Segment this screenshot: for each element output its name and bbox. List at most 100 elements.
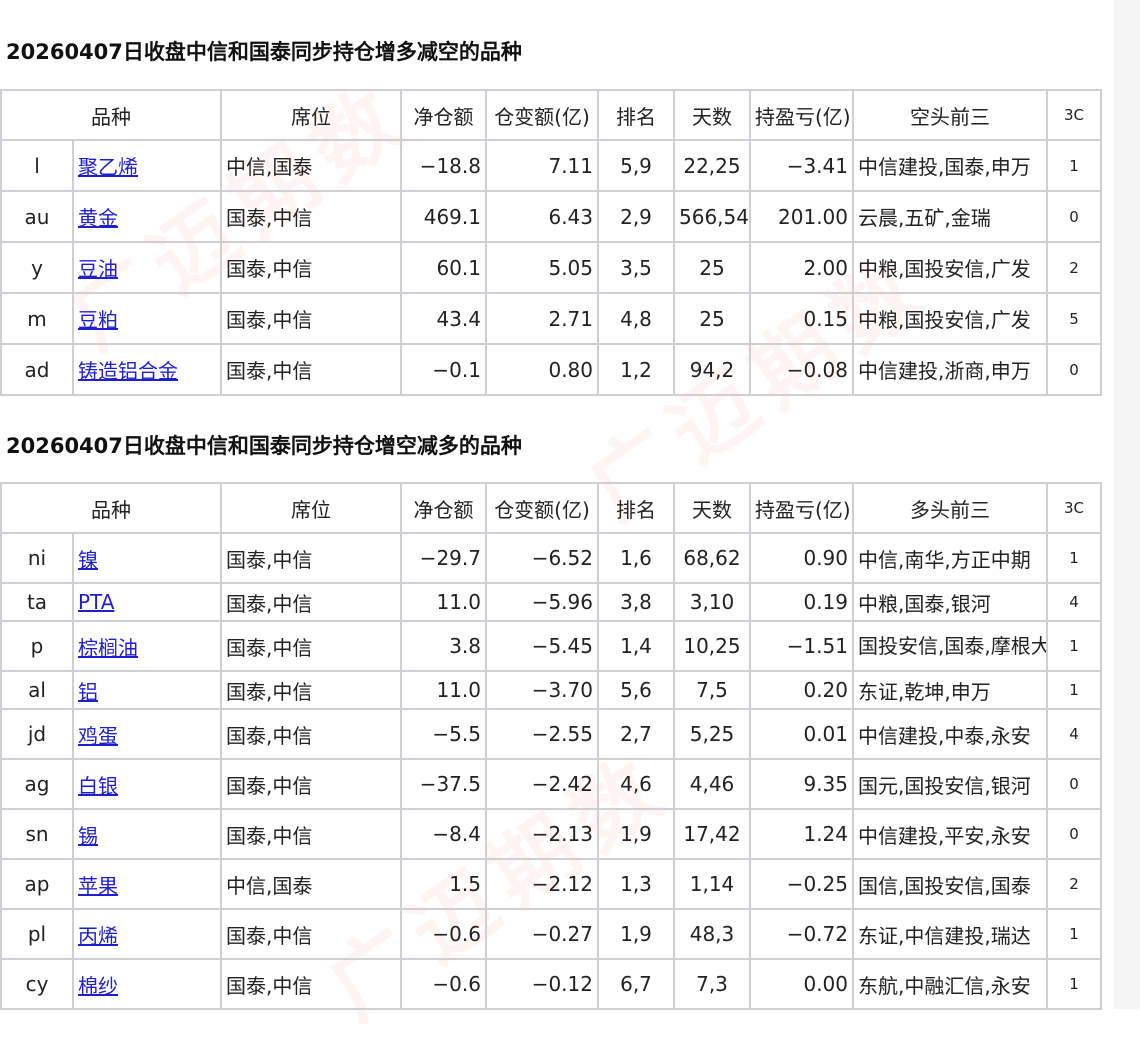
variety-link[interactable]: 豆粕 [78, 308, 118, 332]
net-cell: −5.5 [400, 708, 487, 760]
header-short-top3: 空头前三 [852, 89, 1048, 141]
rank-cell: 5,6 [597, 670, 675, 710]
variety-link[interactable]: 聚乙烯 [78, 155, 138, 179]
net-cell: 60.1 [400, 241, 487, 294]
table-row: cy 棉纱 国泰,中信 −0.6 −0.12 6,7 7,3 0.00 东航,中… [0, 958, 1102, 1010]
count-3c-cell: 4 [1046, 582, 1102, 622]
top3-cell: 中粮,国投安信,广发 [852, 292, 1048, 345]
count-3c-cell: 2 [1046, 241, 1102, 294]
pnl-cell: 1.24 [749, 808, 854, 860]
pnl-cell: −0.72 [749, 908, 854, 960]
variety-link[interactable]: 棉纱 [78, 974, 118, 998]
count-3c-cell: 1 [1046, 908, 1102, 960]
pnl-cell: 0.15 [749, 292, 854, 345]
rank-cell: 1,4 [597, 620, 675, 672]
seat-cell: 国泰,中信 [220, 670, 402, 710]
table-header-row: 品种 席位 净仓额 仓变额(亿) 排名 天数 持盈亏(亿) 空头前三 3C [0, 89, 1102, 141]
change-cell: −0.27 [485, 908, 599, 960]
section-title-long-add-short-cut: 20260407日收盘中信和国泰同步持仓增多减空的品种 [6, 40, 522, 64]
net-cell: −0.6 [400, 958, 487, 1010]
header-3c: 3C [1046, 89, 1102, 141]
variety-link[interactable]: 锡 [78, 824, 98, 848]
pnl-cell: 0.00 [749, 958, 854, 1010]
change-cell: −2.42 [485, 758, 599, 810]
top3-cell: 东证,乾坤,申万 [852, 670, 1048, 710]
variety-link[interactable]: 镍 [78, 548, 98, 572]
change-cell: −6.52 [485, 532, 599, 584]
header-rank: 排名 [597, 89, 675, 141]
rank-cell: 1,9 [597, 808, 675, 860]
table-row: ap 苹果 中信,国泰 1.5 −2.12 1,3 1,14 −0.25 国信,… [0, 858, 1102, 910]
count-3c-cell: 2 [1046, 858, 1102, 910]
table-row: ta PTA 国泰,中信 11.0 −5.96 3,8 3,10 0.19 中粮… [0, 582, 1102, 622]
code-cell: p [0, 620, 74, 672]
table-row: jd 鸡蛋 国泰,中信 −5.5 −2.55 2,7 5,25 0.01 中信建… [0, 708, 1102, 760]
header-change: 仓变额(亿) [485, 89, 599, 141]
seat-cell: 国泰,中信 [220, 241, 402, 294]
count-3c-cell: 0 [1046, 758, 1102, 810]
variety-link[interactable]: 黄金 [78, 206, 118, 230]
change-cell: −2.12 [485, 858, 599, 910]
table-row: al 铝 国泰,中信 11.0 −3.70 5,6 7,5 0.20 东证,乾坤… [0, 670, 1102, 710]
net-cell: 469.1 [400, 190, 487, 243]
variety-link[interactable]: PTA [78, 590, 114, 614]
rank-cell: 4,6 [597, 758, 675, 810]
rank-cell: 3,8 [597, 582, 675, 622]
header-pnl: 持盈亏(亿) [749, 89, 854, 141]
net-cell: −0.6 [400, 908, 487, 960]
table-header-row: 品种 席位 净仓额 仓变额(亿) 排名 天数 持盈亏(亿) 多头前三 3C [0, 482, 1102, 534]
code-cell: pl [0, 908, 74, 960]
variety-link[interactable]: 棕榈油 [78, 636, 138, 660]
code-cell: m [0, 292, 74, 345]
scrollbar-track[interactable] [1114, 0, 1140, 1009]
variety-link[interactable]: 豆油 [78, 257, 118, 281]
pnl-cell: −1.51 [749, 620, 854, 672]
variety-link[interactable]: 鸡蛋 [78, 724, 118, 748]
header-3c: 3C [1046, 482, 1102, 534]
header-long-top3: 多头前三 [852, 482, 1048, 534]
variety-link[interactable]: 苹果 [78, 874, 118, 898]
days-cell: 68,62 [673, 532, 751, 584]
code-cell: ag [0, 758, 74, 810]
rank-cell: 1,3 [597, 858, 675, 910]
rank-cell: 2,9 [597, 190, 675, 243]
header-net: 净仓额 [400, 482, 487, 534]
header-variety: 品种 [0, 482, 222, 534]
pnl-cell: 2.00 [749, 241, 854, 294]
header-net: 净仓额 [400, 89, 487, 141]
rank-cell: 1,6 [597, 532, 675, 584]
rank-cell: 1,9 [597, 908, 675, 960]
variety-link[interactable]: 铝 [78, 680, 98, 704]
header-variety: 品种 [0, 89, 222, 141]
change-cell: −5.45 [485, 620, 599, 672]
count-3c-cell: 4 [1046, 708, 1102, 760]
days-cell: 566,541 [673, 190, 751, 243]
count-3c-cell: 0 [1046, 190, 1102, 243]
seat-cell: 国泰,中信 [220, 620, 402, 672]
code-cell: jd [0, 708, 74, 760]
variety-link[interactable]: 丙烯 [78, 924, 118, 948]
header-rank: 排名 [597, 482, 675, 534]
change-cell: −0.12 [485, 958, 599, 1010]
rank-cell: 1,2 [597, 343, 675, 396]
top3-cell: 云晨,五矿,金瑞 [852, 190, 1048, 243]
change-cell: 2.71 [485, 292, 599, 345]
net-cell: 3.8 [400, 620, 487, 672]
rank-cell: 4,8 [597, 292, 675, 345]
days-cell: 5,25 [673, 708, 751, 760]
count-3c-cell: 1 [1046, 532, 1102, 584]
pnl-cell: 201.00 [749, 190, 854, 243]
header-days: 天数 [673, 89, 751, 141]
days-cell: 4,46 [673, 758, 751, 810]
code-cell: ta [0, 582, 74, 622]
table-short-add-long-cut: 品种 席位 净仓额 仓变额(亿) 排名 天数 持盈亏(亿) 多头前三 3C ni… [0, 482, 1102, 1010]
code-cell: au [0, 190, 74, 243]
variety-link[interactable]: 铸造铝合金 [78, 359, 178, 383]
net-cell: 1.5 [400, 858, 487, 910]
variety-link[interactable]: 白银 [78, 774, 118, 798]
table-row: ag 白银 国泰,中信 −37.5 −2.42 4,6 4,46 9.35 国元… [0, 758, 1102, 810]
rank-cell: 6,7 [597, 958, 675, 1010]
top3-cell: 国元,国投安信,银河 [852, 758, 1048, 810]
code-cell: l [0, 139, 74, 192]
rank-cell: 2,7 [597, 708, 675, 760]
